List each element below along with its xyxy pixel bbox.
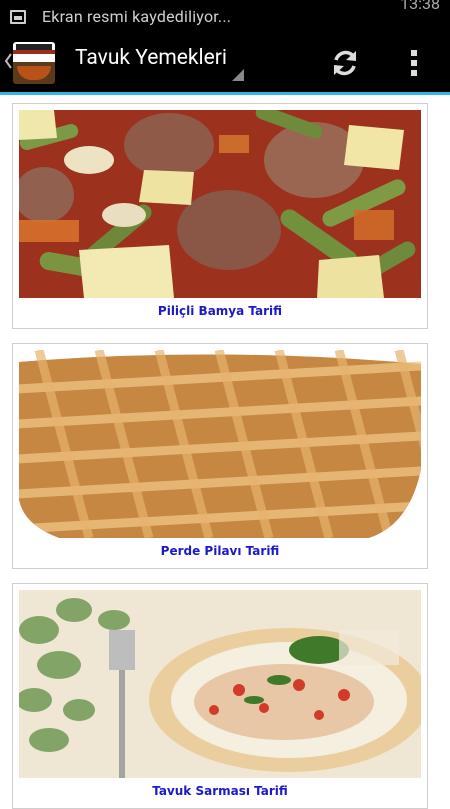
recipe-title[interactable]: Tavuk Sarması Tarifi <box>13 784 427 798</box>
up-caret-icon[interactable] <box>3 52 13 70</box>
recipe-list[interactable]: Piliçli Bamya Tarifi Perde Pilavı Tarifi… <box>0 95 450 809</box>
refresh-icon[interactable] <box>329 47 361 79</box>
notification-text: Ekran resmi kaydediliyor... <box>42 7 232 26</box>
recipe-title[interactable]: Piliçli Bamya Tarifi <box>13 304 427 318</box>
status-time: 13:38 <box>400 0 440 13</box>
screenshot-icon <box>10 10 26 24</box>
status-bar: Ekran resmi kaydediliyor... 13:38 <box>0 0 450 34</box>
recipe-card[interactable]: Perde Pilavı Tarifi <box>12 343 428 569</box>
overflow-menu-icon[interactable] <box>406 47 422 79</box>
recipe-image-chicken-roll[interactable] <box>19 590 421 778</box>
app-logo[interactable] <box>13 42 55 84</box>
recipe-card[interactable]: Tavuk Sarması Tarifi <box>12 583 428 809</box>
recipe-image-perde-pilav[interactable] <box>19 350 421 538</box>
recipe-title[interactable]: Perde Pilavı Tarifi <box>13 544 427 558</box>
recipe-card[interactable]: Piliçli Bamya Tarifi <box>12 103 428 329</box>
spinner-indicator-icon[interactable] <box>232 69 244 81</box>
recipe-image-okra-stew[interactable] <box>19 110 421 298</box>
screen-title[interactable]: Tavuk Yemekleri <box>75 46 227 70</box>
action-bar: Tavuk Yemekleri <box>0 34 450 95</box>
